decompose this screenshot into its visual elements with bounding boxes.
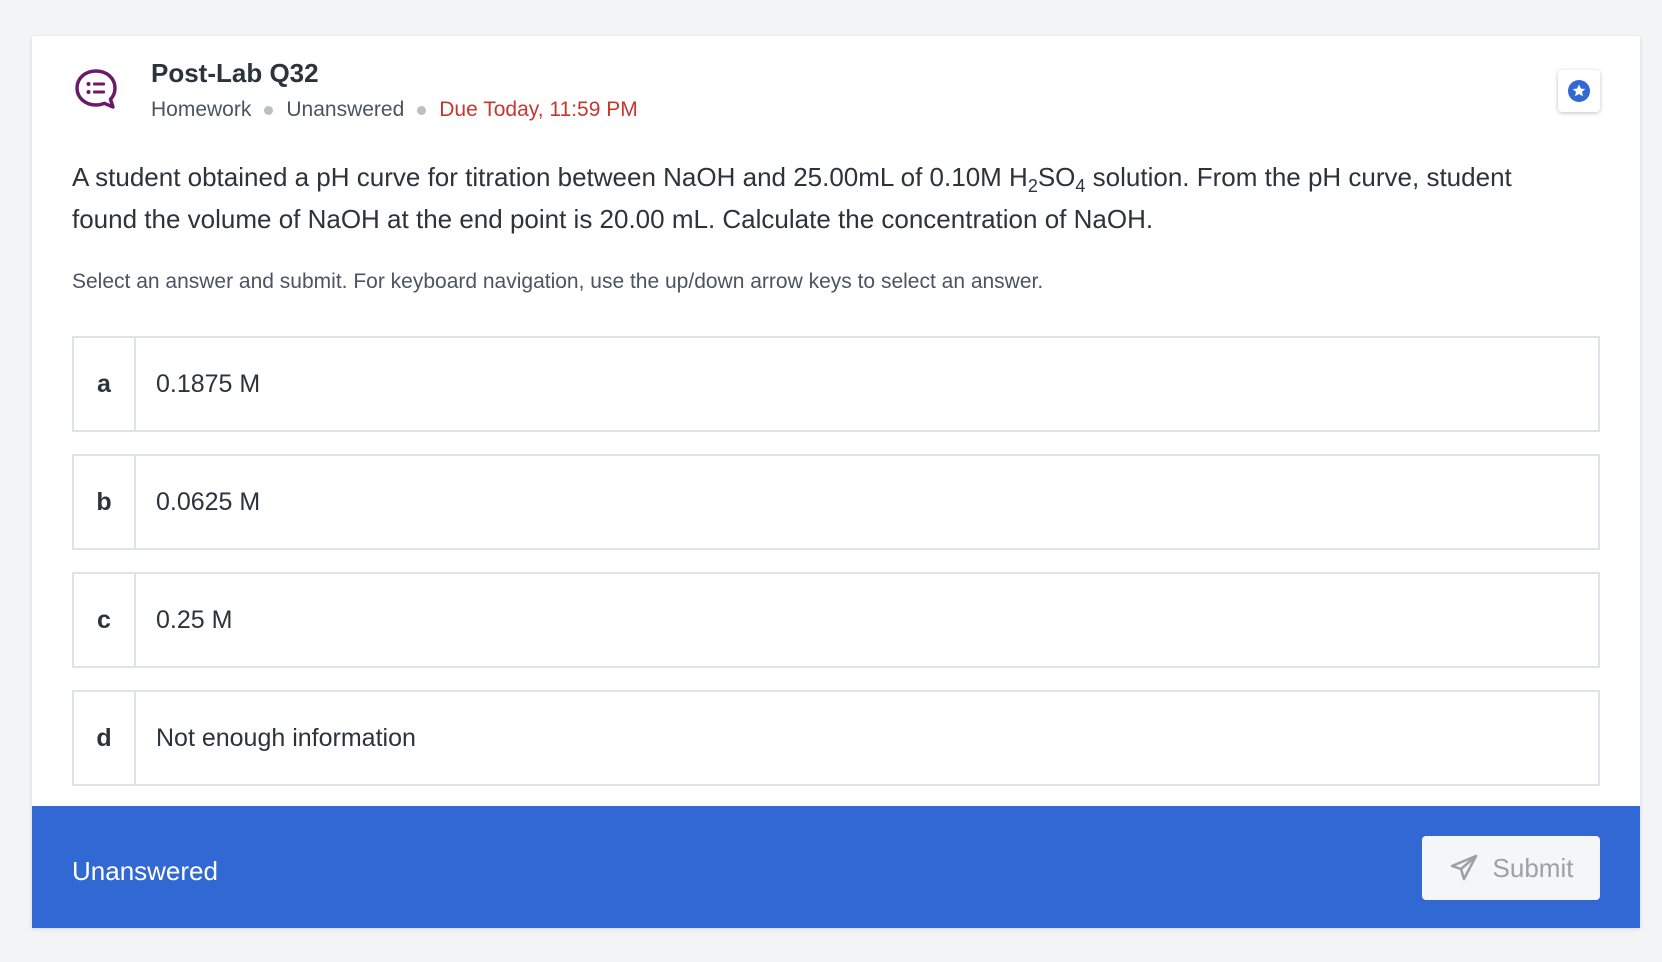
answer-option-c[interactable]: c 0.25 M: [72, 572, 1600, 668]
question-text-part: SO: [1037, 162, 1076, 192]
submit-bar: Unanswered Submit: [32, 806, 1640, 928]
option-text: 0.0625 M: [156, 487, 261, 516]
separator-dot: [417, 105, 427, 115]
option-letter: d: [74, 692, 136, 784]
submit-button[interactable]: Submit: [1422, 836, 1600, 900]
subscript: 4: [1075, 176, 1086, 197]
question-text: A student obtained a pH curve for titrat…: [72, 156, 1552, 240]
subscript: 2: [1027, 176, 1038, 197]
question-text-part: A student obtained a pH curve for titrat…: [72, 162, 1028, 192]
due-date: Due Today, 11:59 PM: [439, 98, 638, 121]
option-text: Not enough information: [156, 723, 416, 752]
question-card: Post-Lab Q32 Homework Unanswered Due Tod…: [32, 36, 1640, 928]
option-text: 0.25 M: [156, 605, 233, 634]
option-letter: a: [74, 338, 136, 430]
answer-status: Unanswered: [286, 98, 405, 121]
assignment-type: Homework: [151, 98, 252, 121]
page-title: Post-Lab Q32: [151, 58, 319, 88]
footer-status: Unanswered: [72, 856, 218, 886]
star-icon: [1568, 80, 1590, 102]
instructions: Select an answer and submit. For keyboar…: [72, 270, 1044, 293]
paper-plane-icon: [1450, 854, 1477, 881]
question-bubble-icon: [75, 69, 117, 109]
option-text: 0.1875 M: [156, 369, 261, 398]
answer-options: a 0.1875 M b 0.0625 M c 0.25 M d Not eno…: [72, 336, 1600, 808]
question-header: Post-Lab Q32 Homework Unanswered Due Tod…: [32, 36, 1640, 146]
option-letter: c: [74, 574, 136, 666]
answer-option-b[interactable]: b 0.0625 M: [72, 454, 1600, 550]
separator-dot: [264, 105, 274, 115]
option-letter: b: [74, 456, 136, 548]
question-meta: Homework Unanswered Due Today, 11:59 PM: [151, 98, 638, 122]
answer-option-a[interactable]: a 0.1875 M: [72, 336, 1600, 432]
answer-option-d[interactable]: d Not enough information: [72, 690, 1600, 786]
bookmark-button[interactable]: [1558, 70, 1600, 112]
submit-label: Submit: [1492, 852, 1574, 883]
